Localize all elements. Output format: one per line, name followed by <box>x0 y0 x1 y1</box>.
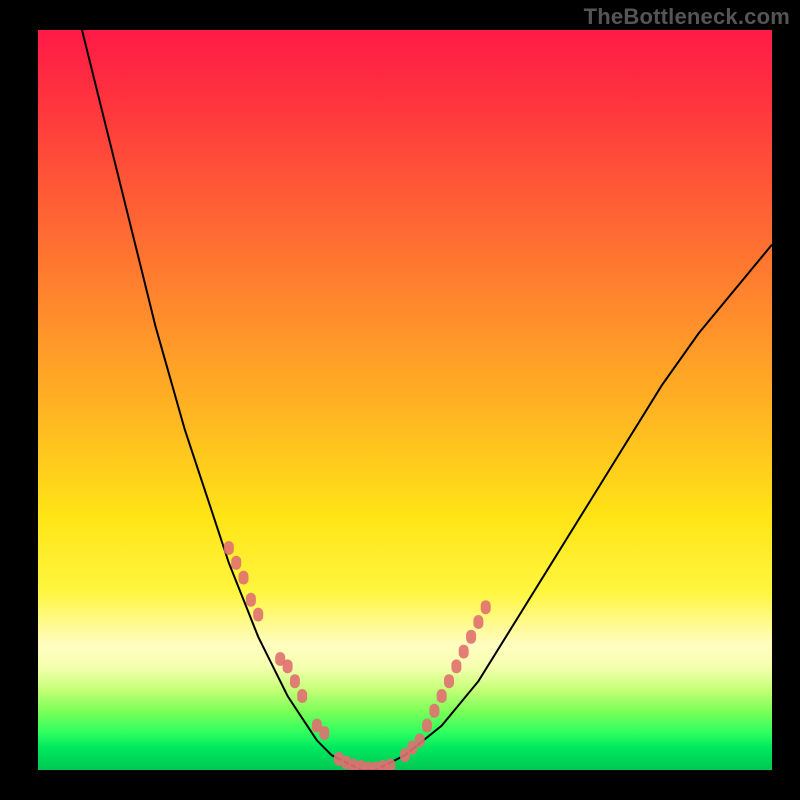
data-marker <box>437 689 447 703</box>
data-marker <box>297 689 307 703</box>
data-marker <box>224 541 234 555</box>
data-marker <box>239 571 249 585</box>
data-marker <box>466 630 476 644</box>
bottleneck-curve <box>82 30 772 770</box>
data-marker <box>246 593 256 607</box>
chart-frame: TheBottleneck.com <box>0 0 800 800</box>
data-marker <box>231 556 241 570</box>
markers-valley-cluster <box>334 752 395 770</box>
data-marker <box>444 674 454 688</box>
data-marker <box>290 674 300 688</box>
data-marker <box>451 659 461 673</box>
data-marker <box>253 608 263 622</box>
markers-right-cluster <box>400 600 491 762</box>
data-marker <box>459 645 469 659</box>
data-marker <box>429 704 439 718</box>
watermark-text: TheBottleneck.com <box>584 4 790 30</box>
markers-left-cluster <box>224 541 329 740</box>
plot-area <box>38 30 772 770</box>
curve-svg <box>38 30 772 770</box>
data-marker <box>385 759 395 770</box>
data-marker <box>422 719 432 733</box>
data-marker <box>415 733 425 747</box>
data-marker <box>283 659 293 673</box>
data-marker <box>473 615 483 629</box>
data-marker <box>319 726 329 740</box>
data-marker <box>481 600 491 614</box>
